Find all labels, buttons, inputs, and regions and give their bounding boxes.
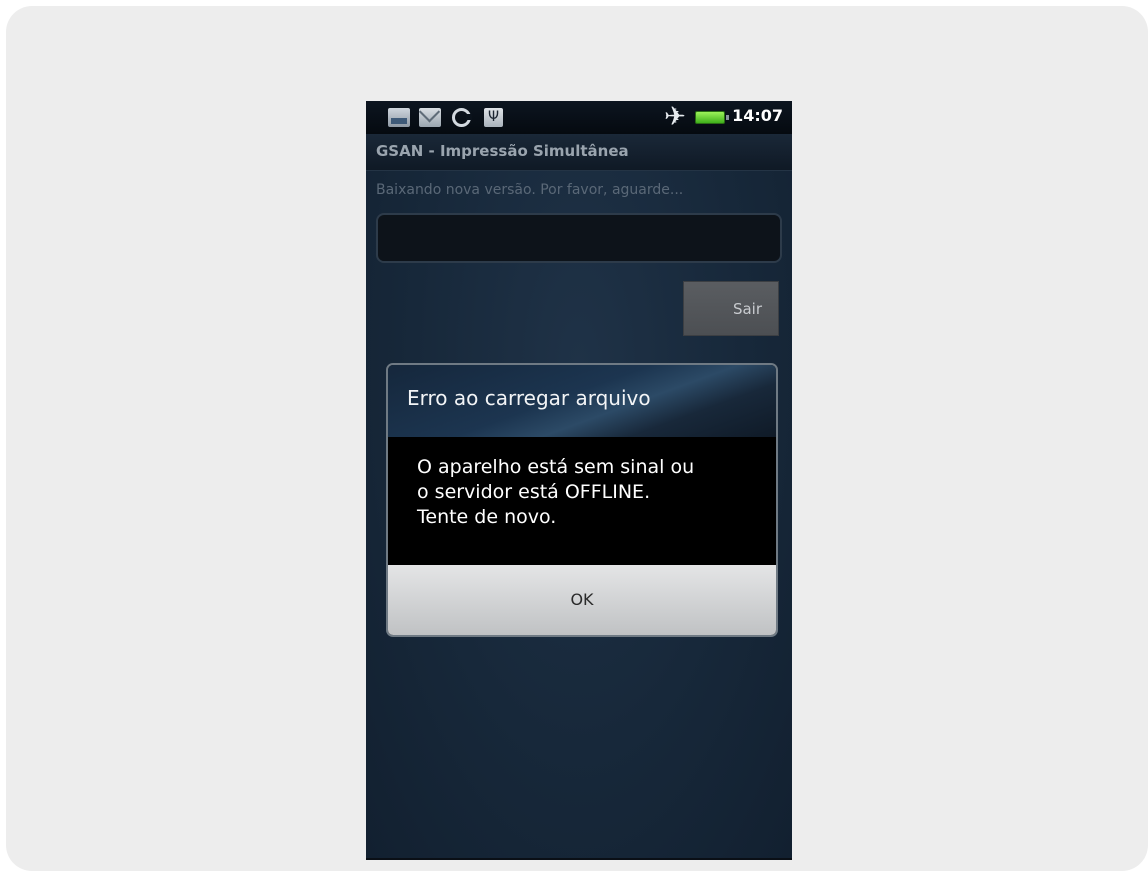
- mail-icon: [419, 108, 441, 127]
- image-notification-icon: [388, 108, 410, 127]
- usb-icon: Ψ: [484, 108, 503, 127]
- screen-bottom-edge: [366, 858, 792, 860]
- error-dialog: Erro ao carregar arquivo O aparelho está…: [386, 363, 778, 637]
- status-bar-time: 14:07: [732, 106, 783, 125]
- dialog-message: O aparelho está sem sinal ou o servidor …: [417, 455, 694, 530]
- ok-button[interactable]: OK: [388, 565, 776, 635]
- phone-screen: Ψ ✈ 14:07 GSAN - Impressão Simultânea Ba…: [366, 101, 792, 860]
- status-bar: Ψ ✈ 14:07: [366, 101, 792, 134]
- dialog-title: Erro ao carregar arquivo: [407, 386, 651, 410]
- app-title-bar: GSAN - Impressão Simultânea: [366, 134, 792, 171]
- dialog-message-line: Tente de novo.: [417, 506, 557, 528]
- dialog-body: O aparelho está sem sinal ou o servidor …: [388, 437, 776, 565]
- airplane-mode-icon: ✈: [664, 102, 686, 132]
- sync-icon: [452, 108, 472, 127]
- download-progress-field: [376, 213, 782, 263]
- dialog-message-line: O aparelho está sem sinal ou: [417, 456, 695, 478]
- app-title: GSAN - Impressão Simultânea: [376, 142, 629, 160]
- dialog-footer: OK: [388, 565, 776, 635]
- dialog-header: Erro ao carregar arquivo: [388, 365, 776, 437]
- exit-button[interactable]: Sair: [683, 281, 779, 336]
- dialog-message-line: o servidor está OFFLINE.: [417, 481, 651, 503]
- download-status-text: Baixando nova versão. Por favor, aguarde…: [376, 182, 684, 198]
- battery-icon: [695, 111, 729, 124]
